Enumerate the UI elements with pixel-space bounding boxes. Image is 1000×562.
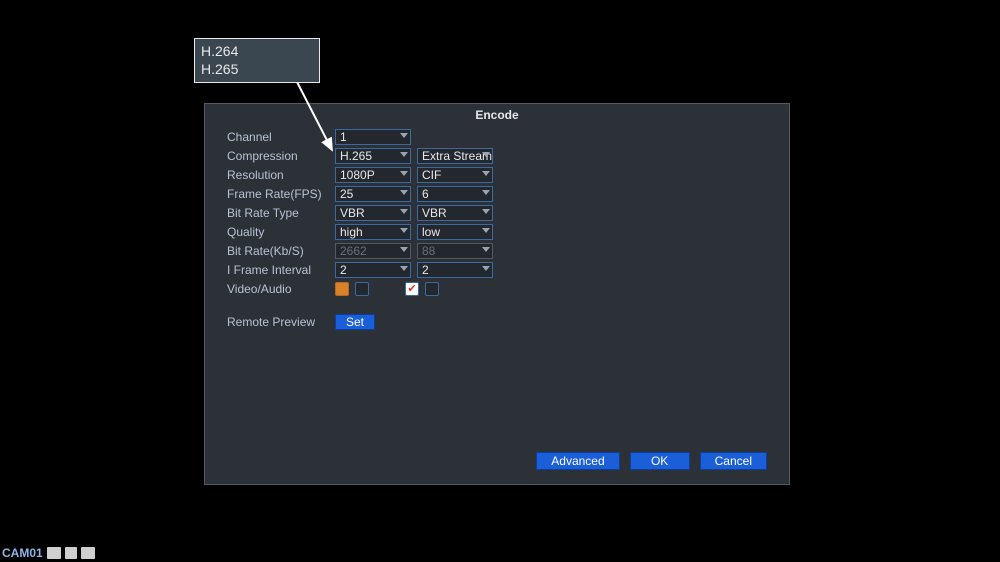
chevron-down-icon	[400, 152, 408, 157]
chevron-down-icon	[482, 171, 490, 176]
resolution-extra-select[interactable]: CIF	[417, 167, 493, 183]
extra-stream-select[interactable]: Extra Stream	[417, 148, 493, 164]
camera-icon	[81, 547, 95, 559]
ok-button[interactable]: OK	[630, 452, 690, 470]
camera-label: CAM01	[2, 546, 43, 560]
bitratetype-main-value: VBR	[340, 206, 365, 220]
cancel-button[interactable]: Cancel	[700, 452, 767, 470]
bitratetype-main-select[interactable]: VBR	[335, 205, 411, 221]
label-quality: Quality	[227, 225, 335, 239]
compression-options-callout: H.264 H.265	[194, 38, 320, 83]
audio-main-checkbox[interactable]	[355, 282, 369, 296]
iframe-extra-select[interactable]: 2	[417, 262, 493, 278]
label-iframe: I Frame Interval	[227, 263, 335, 277]
bitratekbs-extra-select: 88	[417, 243, 493, 259]
channel-value: 1	[340, 130, 347, 144]
compression-value: H.265	[340, 149, 372, 163]
chevron-down-icon	[400, 247, 408, 252]
label-bitratetype: Bit Rate Type	[227, 206, 335, 220]
quality-main-value: high	[340, 225, 363, 239]
framerate-extra-value: 6	[422, 187, 429, 201]
channel-select[interactable]: 1	[335, 129, 411, 145]
label-framerate: Frame Rate(FPS)	[227, 187, 335, 201]
compression-select[interactable]: H.265	[335, 148, 411, 164]
chevron-down-icon	[400, 228, 408, 233]
chevron-down-icon	[482, 209, 490, 214]
compression-option[interactable]: H.265	[201, 60, 313, 78]
resolution-main-value: 1080P	[340, 168, 375, 182]
chevron-down-icon	[400, 190, 408, 195]
chevron-down-icon	[400, 266, 408, 271]
chevron-down-icon	[400, 209, 408, 214]
chevron-down-icon	[482, 228, 490, 233]
chevron-down-icon	[482, 266, 490, 271]
label-channel: Channel	[227, 130, 335, 144]
set-button[interactable]: Set	[335, 314, 375, 330]
chevron-down-icon	[400, 171, 408, 176]
iframe-extra-value: 2	[422, 263, 429, 277]
framerate-main-select[interactable]: 25	[335, 186, 411, 202]
bitratetype-extra-value: VBR	[422, 206, 447, 220]
advanced-button[interactable]: Advanced	[536, 452, 619, 470]
bitratekbs-main-select: 2662	[335, 243, 411, 259]
resolution-extra-value: CIF	[422, 168, 441, 182]
compression-option[interactable]: H.264	[201, 42, 313, 60]
record-icon	[47, 547, 61, 559]
framerate-main-value: 25	[340, 187, 353, 201]
audio-extra-checkbox[interactable]	[425, 282, 439, 296]
iframe-main-select[interactable]: 2	[335, 262, 411, 278]
label-resolution: Resolution	[227, 168, 335, 182]
quality-main-select[interactable]: high	[335, 224, 411, 240]
label-remote-preview: Remote Preview	[227, 315, 335, 329]
encode-dialog: Encode Channel 1 Compression H.265 Extra…	[204, 103, 790, 485]
resolution-main-select[interactable]: 1080P	[335, 167, 411, 183]
dialog-footer: Advanced OK Cancel	[536, 452, 767, 470]
status-bar: CAM01	[2, 546, 95, 560]
quality-extra-select[interactable]: low	[417, 224, 493, 240]
label-compression: Compression	[227, 149, 335, 163]
label-bitratekbs: Bit Rate(Kb/S)	[227, 244, 335, 258]
bitratetype-extra-select[interactable]: VBR	[417, 205, 493, 221]
iframe-main-value: 2	[340, 263, 347, 277]
encode-form: Channel 1 Compression H.265 Extra Stream…	[205, 128, 789, 332]
speaker-icon	[65, 547, 77, 559]
chevron-down-icon	[482, 190, 490, 195]
video-extra-checkbox[interactable]: ✔	[405, 282, 419, 296]
dialog-title: Encode	[205, 104, 789, 128]
chevron-down-icon	[400, 133, 408, 138]
framerate-extra-select[interactable]: 6	[417, 186, 493, 202]
bitratekbs-main-value: 2662	[340, 244, 367, 258]
bitratekbs-extra-value: 88	[422, 244, 435, 258]
video-main-checkbox[interactable]	[335, 282, 349, 296]
chevron-down-icon	[482, 247, 490, 252]
quality-extra-value: low	[422, 225, 440, 239]
label-videoaudio: Video/Audio	[227, 282, 335, 296]
chevron-down-icon	[482, 152, 490, 157]
